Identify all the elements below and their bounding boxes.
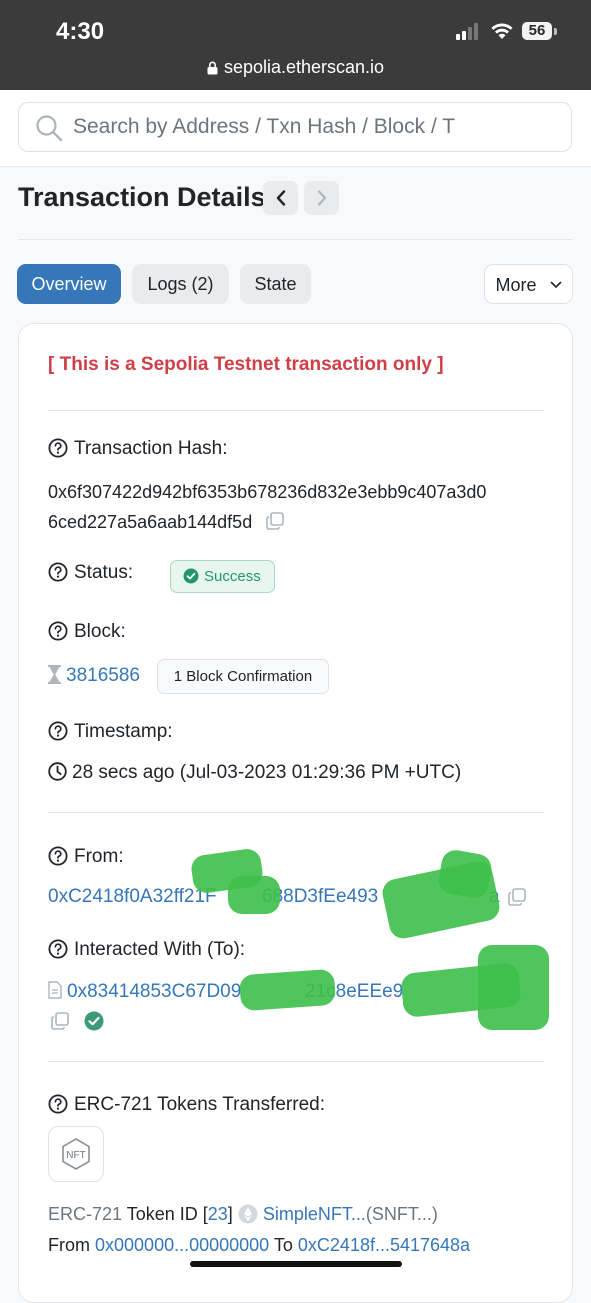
token-from-to-line: From 0x000000...00000000 To 0xC2418f...5… [48, 1235, 470, 1256]
help-icon[interactable] [48, 438, 68, 458]
tokens-transferred-label: ERC-721 Tokens Transferred: [48, 1094, 325, 1116]
block-value: 3816586 [48, 665, 140, 687]
to-address-link[interactable]: 0x83414853C67D09 [67, 981, 241, 1002]
chevron-right-icon [317, 190, 326, 206]
redaction-mark [436, 847, 494, 901]
more-dropdown[interactable]: More [484, 264, 573, 304]
help-icon[interactable] [48, 1094, 68, 1114]
clock-icon [48, 762, 67, 781]
block-number-link[interactable]: 3816586 [66, 665, 140, 686]
from-label: From: [48, 846, 124, 868]
battery-icon: 56 [522, 22, 552, 40]
help-icon[interactable] [48, 846, 68, 866]
tab-logs[interactable]: Logs (2) [132, 264, 229, 304]
token-id-link[interactable]: 23 [208, 1204, 228, 1224]
divider [48, 1061, 544, 1062]
to-text: To [273, 1235, 293, 1255]
home-indicator[interactable] [190, 1261, 402, 1267]
previous-transaction-button[interactable] [263, 181, 298, 215]
status-label: Status: [48, 562, 133, 584]
tx-hash-value: 0x6f307422d942bf6353b678236d832e3ebb9c40… [48, 482, 487, 532]
timestamp-label: Timestamp: [48, 721, 173, 743]
help-icon[interactable] [48, 939, 68, 959]
status-badge: Success [170, 560, 275, 593]
help-icon[interactable] [48, 721, 68, 741]
chevron-down-icon [550, 281, 561, 289]
nft-icon[interactable]: NFT [48, 1126, 104, 1182]
search-icon [36, 115, 63, 142]
chevron-left-icon [276, 190, 285, 206]
clock: 4:30 [56, 18, 105, 45]
to-address: 0x83414853C67D09 [48, 981, 241, 1003]
wifi-icon [491, 23, 513, 39]
divider [48, 410, 544, 411]
check-circle-icon [183, 568, 199, 584]
hourglass-icon [48, 665, 61, 684]
battery-tip [554, 28, 557, 35]
search-box[interactable] [18, 102, 572, 152]
contract-file-icon [48, 981, 62, 999]
redaction-mark [238, 968, 337, 1012]
block-confirmation-badge: 1 Block Confirmation [157, 659, 329, 694]
url-text: sepolia.etherscan.io [223, 57, 385, 77]
ethereum-token-icon [238, 1204, 258, 1224]
cellular-signal-icon [456, 23, 478, 40]
block-label: Block: [48, 621, 126, 643]
page-title: Transaction Details [18, 182, 266, 212]
token-standard: ERC-721 [48, 1204, 123, 1224]
help-icon[interactable] [48, 562, 68, 582]
more-label: More [495, 275, 537, 295]
tab-overview[interactable]: Overview [17, 264, 121, 304]
tx-hash-label: Transaction Hash: [48, 438, 227, 460]
token-id-suffix: ] [227, 1204, 233, 1224]
redaction-mark [478, 945, 549, 1030]
token-transfer-line: ERC-721 Token ID [23] SimpleNFT...(SNFT.… [48, 1204, 438, 1225]
title-divider [18, 239, 573, 240]
url-bar[interactable]: sepolia.etherscan.io [0, 57, 591, 78]
copy-icon[interactable] [265, 511, 285, 531]
token-to-address-link[interactable]: 0xC2418f...5417648a [298, 1235, 470, 1255]
tab-state[interactable]: State [240, 264, 311, 304]
nft-hexagon-icon: NFT [62, 1138, 90, 1170]
lock-icon [207, 61, 218, 75]
copy-icon[interactable] [507, 887, 527, 907]
search-section [0, 90, 591, 167]
verified-check-icon [84, 1011, 104, 1031]
redaction-mark [228, 876, 280, 914]
interacted-with-label: Interacted With (To): [48, 939, 245, 961]
token-name-link[interactable]: SimpleNFT... [263, 1204, 366, 1224]
testnet-notice: [ This is a Sepolia Testnet transaction … [48, 354, 444, 375]
token-id-prefix: Token ID [ [126, 1204, 208, 1224]
timestamp-value: 28 secs ago (Jul-03-2023 01:29:36 PM +UT… [48, 762, 461, 784]
divider [48, 812, 544, 813]
from-text: From [48, 1235, 90, 1255]
token-from-address-link[interactable]: 0x000000...00000000 [95, 1235, 269, 1255]
from-address-link[interactable]: 0xC2418f0A32ff21F [48, 886, 217, 908]
copy-icon[interactable] [50, 1011, 70, 1031]
nft-badge-text: NFT [66, 1150, 85, 1161]
help-icon[interactable] [48, 621, 68, 641]
token-symbol: (SNFT...) [365, 1204, 438, 1224]
search-input[interactable] [73, 103, 461, 151]
next-transaction-button[interactable] [304, 181, 339, 215]
status-bar: 4:30 56 sepolia.etherscan.io [0, 0, 591, 90]
